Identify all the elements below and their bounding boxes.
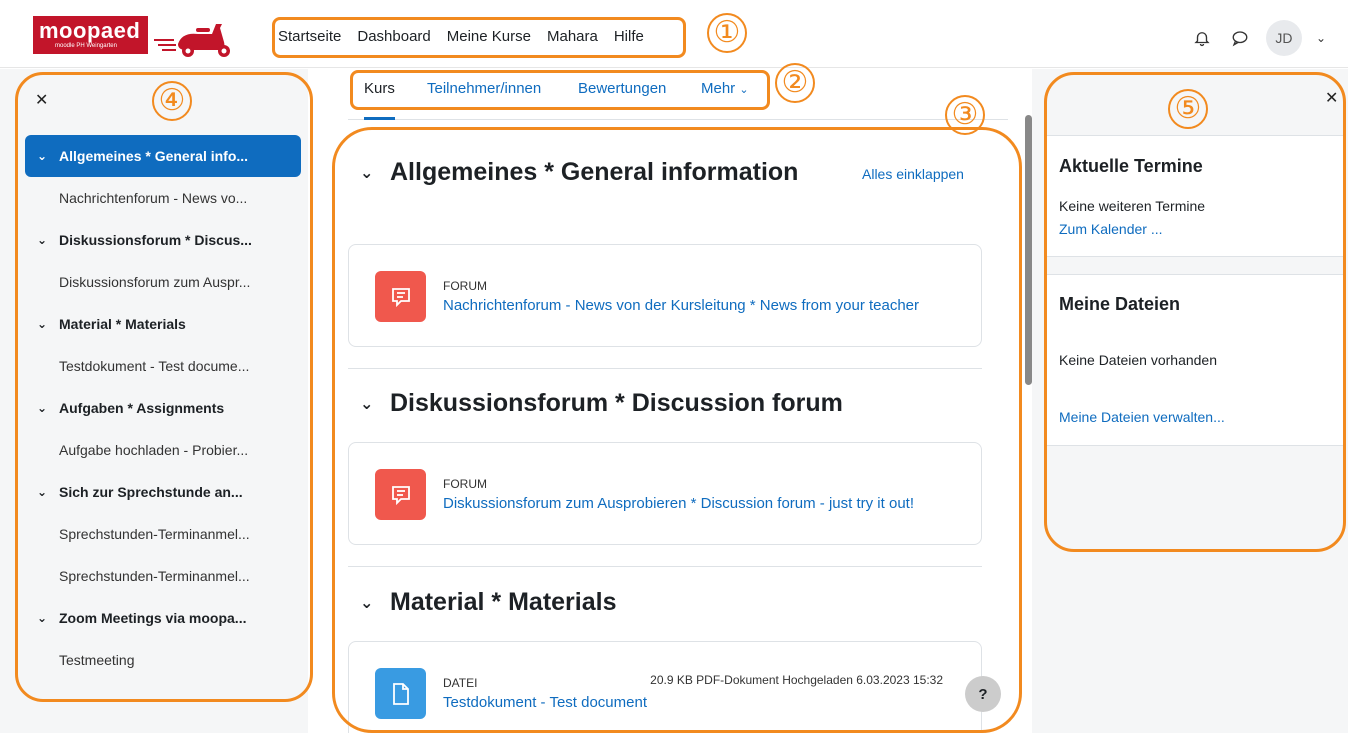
avatar[interactable]: JD xyxy=(1265,20,1302,56)
course-index-label: Testmeeting xyxy=(59,652,135,668)
course-index-label: Zoom Meetings via moopa... xyxy=(59,610,247,626)
nav-dashboard[interactable]: Dashboard xyxy=(357,28,430,45)
course-index-activity[interactable]: Nachrichtenforum - News vo... xyxy=(25,177,301,219)
scrollbar[interactable] xyxy=(1025,115,1032,385)
file-meta: 20.9 KB PDF-Dokument Hochgeladen 6.03.20… xyxy=(650,673,943,687)
chevron-down-icon[interactable]: ⌄ xyxy=(37,611,59,625)
course-index-label: Aufgaben * Assignments xyxy=(59,400,225,416)
course-index-label: Aufgabe hochladen - Probier... xyxy=(59,442,249,458)
course-index-section[interactable]: ⌄ Diskussionsforum * Discus... xyxy=(25,219,301,261)
tab-bewertungen[interactable]: Bewertungen xyxy=(578,80,666,120)
block-title: Aktuelle Termine xyxy=(1059,156,1203,176)
bell-icon[interactable] xyxy=(1190,26,1214,50)
logo-subtext: moodle PH Weingarten xyxy=(55,43,117,49)
section-title[interactable]: ⌄ Material * Materials xyxy=(360,588,617,617)
section-title[interactable]: ⌄ Allgemeines * General information xyxy=(360,158,798,187)
chevron-down-icon[interactable]: ⌄ xyxy=(37,401,59,415)
calendar-link[interactable]: Zum Kalender ... xyxy=(1059,221,1163,237)
section-divider xyxy=(348,566,982,567)
section-title-text: Material * Materials xyxy=(390,588,617,616)
chevron-down-icon[interactable]: ⌄ xyxy=(37,149,59,163)
block-text: Keine weiteren Termine xyxy=(1059,198,1206,214)
chevron-down-icon: ⌄ xyxy=(739,84,749,96)
course-index-label: Sprechstunden-Terminanmel... xyxy=(59,526,250,542)
close-icon[interactable]: ✕ xyxy=(1325,88,1338,108)
logo-text: moopaed xyxy=(39,18,141,43)
files-block: Meine Dateien Keine Dateien vorhanden Me… xyxy=(1047,274,1345,446)
nav-meine-kurse[interactable]: Meine Kurse xyxy=(447,28,531,45)
course-index-activity[interactable]: Testmeeting xyxy=(25,639,301,681)
file-icon xyxy=(375,668,426,719)
course-index-activity[interactable]: Aufgabe hochladen - Probier... xyxy=(25,429,301,471)
close-icon[interactable]: ✕ xyxy=(35,90,48,110)
chevron-down-icon[interactable]: ⌄ xyxy=(360,593,390,613)
course-index-section[interactable]: ⌄ Zoom Meetings via moopa... xyxy=(25,597,301,639)
activity-link[interactable]: Testdokument - Test document xyxy=(443,694,647,711)
forum-icon xyxy=(375,271,426,322)
section-title-text: Diskussionsforum * Discussion forum xyxy=(390,389,843,417)
block-text: Keine Dateien vorhanden xyxy=(1059,352,1218,368)
chevron-down-icon[interactable]: ⌄ xyxy=(360,163,390,183)
nav-hilfe[interactable]: Hilfe xyxy=(614,28,644,45)
section-divider xyxy=(348,368,982,369)
chevron-down-icon[interactable]: ⌄ xyxy=(37,233,59,247)
activity-type: DATEI xyxy=(443,676,478,690)
course-index-label: Nachrichtenforum - News vo... xyxy=(59,190,248,206)
chevron-down-icon[interactable]: ⌄ xyxy=(360,394,390,414)
primary-navigation: Startseite Dashboard Meine Kurse Mahara … xyxy=(278,28,644,45)
course-index-label: Diskussionsforum zum Auspr... xyxy=(59,274,251,290)
tab-kurs[interactable]: Kurs xyxy=(364,80,395,120)
calendar-block: Aktuelle Termine Keine weiteren Termine … xyxy=(1047,135,1345,257)
course-index-label: Material * Materials xyxy=(59,316,186,332)
tab-mehr-label: Mehr xyxy=(701,80,736,97)
user-controls: JD ⌄ xyxy=(1190,20,1326,56)
section-title[interactable]: ⌄ Diskussionsforum * Discussion forum xyxy=(360,389,843,418)
top-header: moopaed moodle PH Weingarten Startseite … xyxy=(0,0,1348,68)
secondary-navigation: Kurs Teilnehmer/innen Bewertungen Mehr ⌄ xyxy=(348,72,1008,120)
course-index-activity[interactable]: Testdokument - Test docume... xyxy=(25,345,301,387)
nav-mahara[interactable]: Mahara xyxy=(547,28,598,45)
course-index-activity[interactable]: Sprechstunden-Terminanmel... xyxy=(25,555,301,597)
chevron-down-icon[interactable]: ⌄ xyxy=(37,485,59,499)
collapse-all-link[interactable]: Alles einklappen xyxy=(862,166,964,182)
help-button[interactable]: ? xyxy=(965,676,1001,712)
course-index-section[interactable]: ⌄ Aufgaben * Assignments xyxy=(25,387,301,429)
activity-link[interactable]: Diskussionsforum zum Ausprobieren * Disc… xyxy=(443,495,914,512)
course-index-label: Sprechstunden-Terminanmel... xyxy=(59,568,250,584)
tab-mehr[interactable]: Mehr ⌄ xyxy=(701,80,749,120)
activity-card: FORUM Nachrichtenforum - News von der Ku… xyxy=(348,244,982,347)
course-index-label: Diskussionsforum * Discus... xyxy=(59,232,252,248)
scooter-logo-icon xyxy=(154,24,230,57)
course-index-label: Sich zur Sprechstunde an... xyxy=(59,484,243,500)
forum-icon xyxy=(375,469,426,520)
course-index-label: Testdokument - Test docume... xyxy=(59,358,250,374)
activity-link[interactable]: Nachrichtenforum - News von der Kursleit… xyxy=(443,297,919,314)
site-logo[interactable]: moopaed moodle PH Weingarten xyxy=(33,16,148,54)
course-index-activity[interactable]: Sprechstunden-Terminanmel... xyxy=(25,513,301,555)
course-index-activity[interactable]: Diskussionsforum zum Auspr... xyxy=(25,261,301,303)
manage-files-link[interactable]: Meine Dateien verwalten... xyxy=(1059,409,1225,425)
block-title: Meine Dateien xyxy=(1059,294,1181,314)
chevron-down-icon[interactable]: ⌄ xyxy=(37,317,59,331)
section-title-text: Allgemeines * General information xyxy=(390,158,799,186)
activity-type: FORUM xyxy=(443,279,487,293)
activity-type: FORUM xyxy=(443,477,487,491)
course-index-section[interactable]: ⌄ Sich zur Sprechstunde an... xyxy=(25,471,301,513)
message-icon[interactable] xyxy=(1228,26,1252,50)
chevron-down-icon[interactable]: ⌄ xyxy=(1316,31,1326,45)
tab-teilnehmer[interactable]: Teilnehmer/innen xyxy=(427,80,541,120)
activity-card: FORUM Diskussionsforum zum Ausprobieren … xyxy=(348,442,982,545)
activity-card: DATEI 20.9 KB PDF-Dokument Hochgeladen 6… xyxy=(348,641,982,733)
course-index: ⌄ Allgemeines * General info... Nachrichte… xyxy=(25,135,301,681)
course-index-section[interactable]: ⌄ Allgemeines * General info... xyxy=(25,135,301,177)
nav-startseite[interactable]: Startseite xyxy=(278,28,341,45)
course-index-section[interactable]: ⌄ Material * Materials xyxy=(25,303,301,345)
course-index-label: Allgemeines * General info... xyxy=(59,148,249,164)
